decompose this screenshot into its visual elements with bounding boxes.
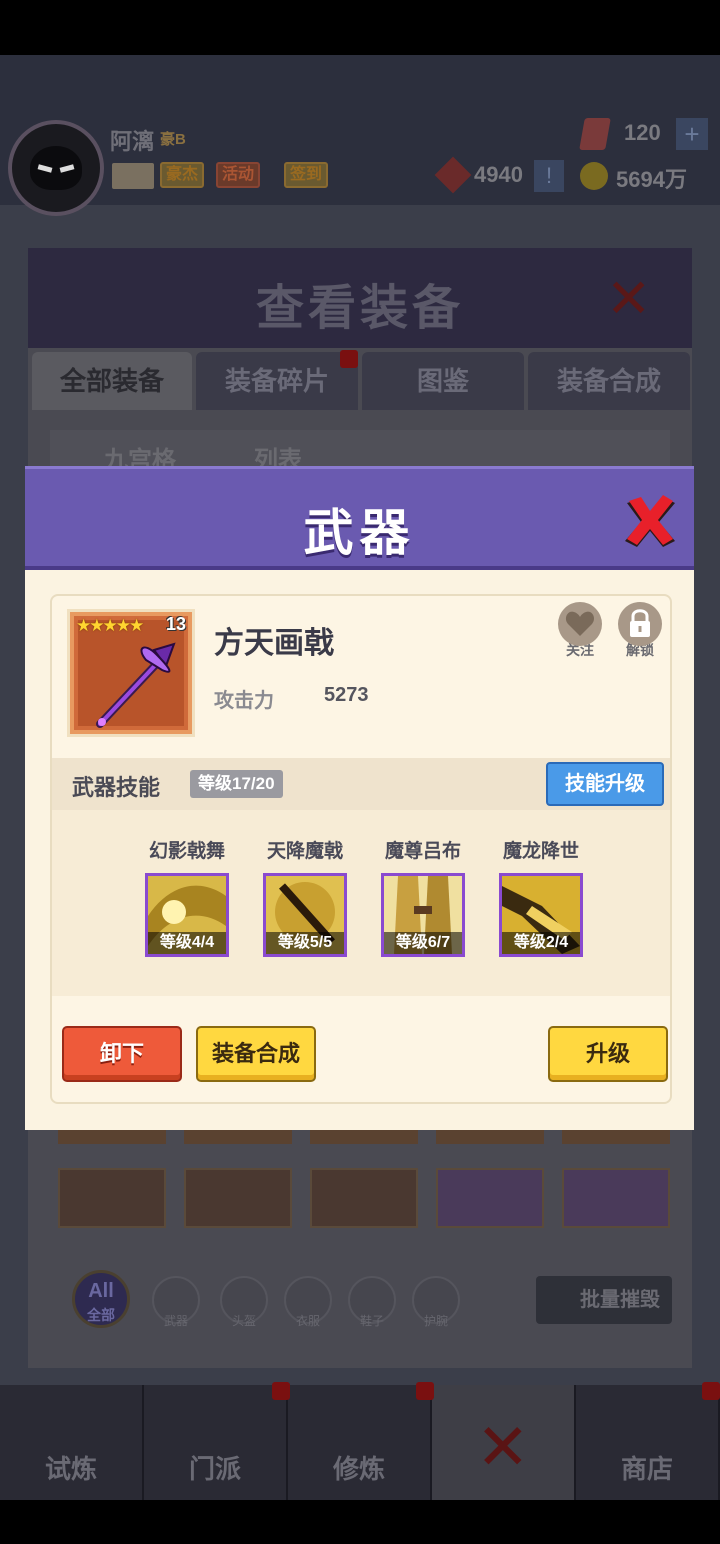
item-card-label [310,1128,418,1144]
skill-upgrade-button[interactable]: 技能升级 [546,762,664,806]
nav-trial[interactable]: 试炼 [0,1385,144,1500]
close-icon[interactable] [619,491,681,553]
skill-icon-button[interactable]: 等级2/4 [499,873,583,957]
skill-icon-button[interactable]: 等级4/4 [145,873,229,957]
item-card-label [436,1128,544,1144]
honor-count: 4940 [474,162,523,187]
skill-level: 等级6/7 [384,932,462,954]
item-card-label [184,1128,292,1144]
filter-shoes-label: 鞋子 [359,1314,384,1328]
skill-level-badge: 等级17/20 [190,770,283,798]
tab-all-equipment[interactable]: 全部装备 [32,352,192,410]
tab-fragments[interactable]: 装备碎片 [196,352,358,410]
nav-cultivate[interactable]: 修炼 [288,1385,432,1500]
item-card[interactable] [436,1168,544,1228]
weapon-skill-title: 武器技能 [72,775,161,800]
filter-bracer-label: 护腕 [423,1314,448,1328]
skills-area: 幻影戟舞 等级4/4 天降魔戟 等级5/5 魔尊吕布 等级6/7 魔龙降世 等级… [52,810,670,996]
player-rank: 豪B [160,131,186,148]
notification-dot [340,350,358,368]
star-rating: ★★★★★ [76,616,144,635]
skill-icon-button[interactable]: 等级5/5 [263,873,347,957]
filter-all-bottom: 全部 [87,1307,115,1323]
weapon-modal: 武器 ★★★★★ 13 方天画戟 攻击力 5273 关注 解锁 武器技能 等级1… [25,466,694,1130]
attack-value: 5273 [324,684,369,706]
info-button[interactable]: ! [534,160,564,192]
skill-icon-button[interactable]: 等级6/7 [381,873,465,957]
checkin-button[interactable]: 签到 [284,162,329,188]
item-card[interactable] [562,1168,670,1228]
item-card-label [562,1128,670,1144]
weapon-detail-card: ★★★★★ 13 方天画戟 攻击力 5273 关注 解锁 武器技能 等级17/2… [50,594,672,1104]
panel-close-icon[interactable]: ✕ [606,272,651,326]
modal-title: 武器 [303,505,416,561]
avatar-eye [37,164,53,173]
unequip-button[interactable]: 卸下 [62,1026,182,1082]
player-avatar[interactable] [8,120,104,216]
tab-synthesis[interactable]: 装备合成 [528,352,690,410]
top-bar [0,55,720,205]
upgrade-button[interactable]: 升级 [548,1026,668,1082]
coin-icon [580,162,608,190]
notification-dot [272,1382,290,1400]
notification-dot [416,1382,434,1400]
skill-name: 幻影戟舞 [148,841,225,862]
nav-shop-label: 商店 [620,1454,673,1484]
avatar-eye [59,164,75,173]
attack-label: 攻击力 [214,690,274,712]
item-level: 13 [165,614,186,634]
mail-icon[interactable] [112,163,154,189]
item-card[interactable] [310,1168,418,1228]
batch-destroy-button[interactable]: 批量摧毁 [536,1276,672,1324]
nav-sect[interactable]: 门派 [144,1385,288,1500]
status-strip [0,0,720,55]
skill-name: 天降魔戟 [266,841,343,862]
synthesize-button[interactable]: 装备合成 [196,1026,316,1082]
skill-level: 等级5/5 [266,932,344,954]
nav-shop[interactable]: 商店 [576,1385,720,1500]
notification-dot [702,1382,720,1400]
skill-level: 等级4/4 [148,932,226,954]
avatar-face [30,146,82,190]
nav-close-icon: ✕ [476,1411,530,1483]
halberd-icon [96,642,176,728]
nav-cultivate-label: 修炼 [332,1454,385,1484]
filter-all-button[interactable]: All 全部 [72,1270,130,1328]
unlock-button[interactable]: 解锁 [616,602,664,662]
tab-codex[interactable]: 图鉴 [362,352,524,410]
skill-item: 魔尊吕布 等级6/7 [368,810,478,957]
item-card[interactable] [58,1168,166,1228]
filter-weapon-label: 武器 [163,1314,188,1328]
heart-icon [558,602,602,646]
skill-item: 魔龙降世 等级2/4 [486,810,596,957]
filter-helmet-label: 头盔 [231,1314,256,1328]
nav-sect-label: 门派 [188,1454,241,1484]
coin-count: 5694万 [616,167,687,192]
activity-button[interactable]: 活动 [216,162,261,188]
gem-count: 120 [624,120,661,145]
modal-header: 武器 [25,466,694,570]
follow-button[interactable]: 关注 [556,602,604,662]
skill-name: 魔尊吕布 [384,841,461,862]
player-name: 阿漓 [110,129,155,154]
hero-button[interactable]: 豪杰 [160,162,205,188]
add-gems-button[interactable]: + [676,118,708,150]
bottom-strip [0,1500,720,1544]
lock-icon [618,602,662,646]
filter-clothes-label: 衣服 [295,1314,320,1328]
skill-name: 魔龙降世 [502,841,579,862]
item-card-label [58,1128,166,1144]
skill-level: 等级2/4 [502,932,580,954]
weapon-icon-frame[interactable]: ★★★★★ 13 [70,612,192,734]
weapon-skill-bar: 武器技能 等级17/20 技能升级 [52,758,670,810]
nav-trial-label: 试炼 [44,1454,97,1484]
item-card[interactable] [184,1168,292,1228]
skill-item: 天降魔戟 等级5/5 [250,810,360,957]
skill-item: 幻影戟舞 等级4/4 [132,810,242,957]
filter-all-top: All [88,1280,114,1302]
weapon-name: 方天画戟 [214,627,334,660]
